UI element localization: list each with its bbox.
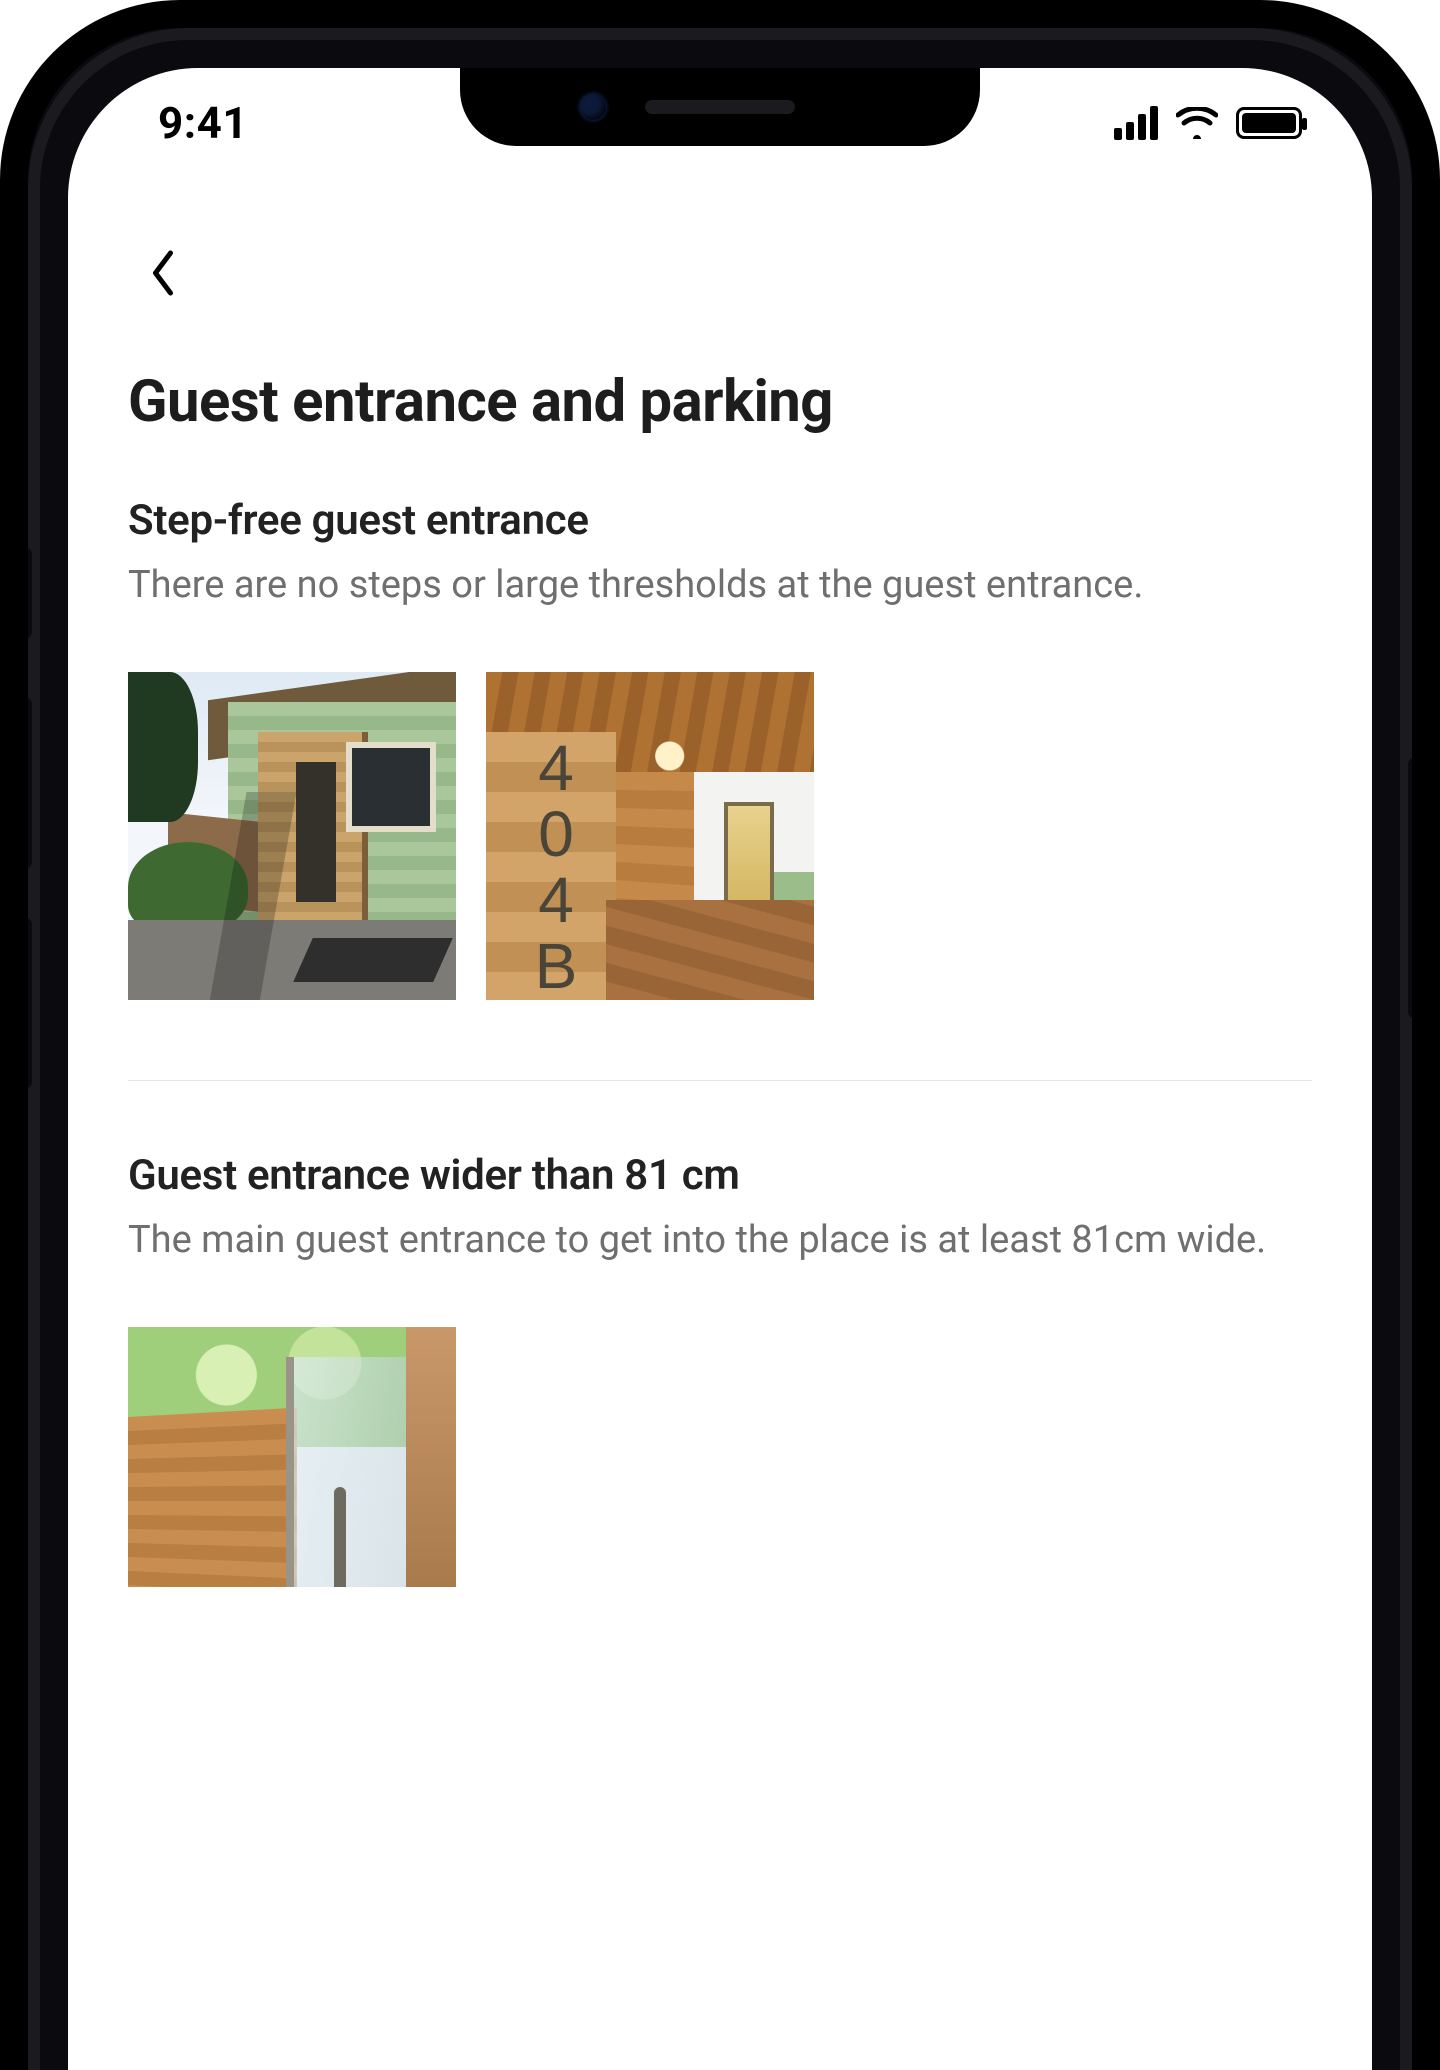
nav-bar	[68, 178, 1372, 308]
phone-screen: 9:41	[68, 68, 1372, 2070]
mute-switch	[18, 548, 32, 638]
back-button[interactable]	[128, 238, 198, 308]
section-divider	[128, 1080, 1312, 1081]
feature-entrance-width: Guest entrance wider than 81 cm The main…	[128, 1151, 1312, 1587]
status-time: 9:41	[158, 97, 248, 149]
accessibility-photo-thumbnail[interactable]	[128, 1327, 456, 1587]
address-sign-text: 404B	[506, 732, 586, 996]
volume-up-button	[18, 698, 32, 868]
chevron-left-icon	[148, 248, 178, 298]
power-button	[1408, 758, 1422, 1018]
status-indicators	[1114, 106, 1302, 140]
front-camera	[580, 94, 606, 120]
feature-heading: Guest entrance wider than 81 cm	[128, 1151, 1312, 1200]
phone-frame: 9:41	[0, 0, 1440, 2070]
earpiece-speaker	[645, 100, 795, 114]
accessibility-photo-thumbnail[interactable]: 404B	[486, 672, 814, 1000]
page-title: Guest entrance and parking	[128, 368, 1312, 436]
battery-icon	[1236, 107, 1302, 139]
feature-description: The main guest entrance to get into the …	[128, 1214, 1312, 1267]
wifi-icon	[1176, 107, 1218, 139]
cellular-signal-icon	[1114, 106, 1158, 140]
feature-step-free-entrance: Step-free guest entrance There are no st…	[128, 496, 1312, 1000]
device-notch	[460, 68, 980, 146]
feature-heading: Step-free guest entrance	[128, 496, 1312, 545]
feature-description: There are no steps or large thresholds a…	[128, 559, 1312, 612]
feature-photo-row	[128, 1327, 1312, 1587]
accessibility-photo-thumbnail[interactable]	[128, 672, 456, 1000]
feature-photo-row: 404B	[128, 672, 1312, 1000]
page-content: Guest entrance and parking Step-free gue…	[68, 308, 1372, 1587]
volume-down-button	[18, 918, 32, 1088]
